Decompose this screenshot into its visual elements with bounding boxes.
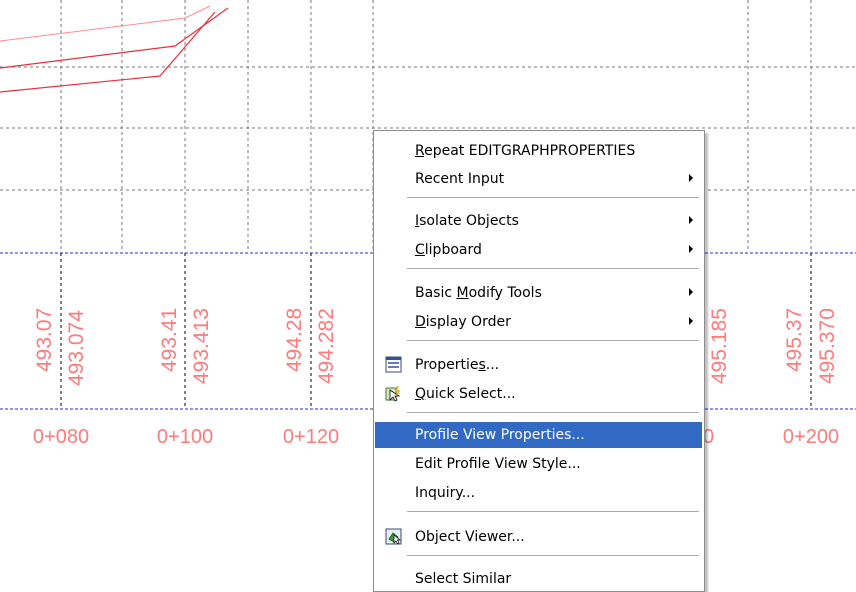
station-label: 0+200: [783, 426, 839, 448]
submenu-arrow-icon: [689, 317, 693, 325]
menu-item-edit-profile-view-style[interactable]: Edit Profile View Style...: [375, 451, 702, 477]
menu-item-select-similar[interactable]: Select Similar: [375, 566, 702, 592]
submenu-arrow-icon: [689, 216, 693, 224]
menu-separator: [407, 555, 699, 556]
profile-line-bottom: [0, 11, 216, 93]
elevation-label: 493.41: [158, 308, 181, 372]
menu-item-label: Quick Select...: [415, 386, 516, 402]
menu-item-display-order[interactable]: Display Order: [375, 309, 702, 335]
menu-item-repeat[interactable]: Repeat EDITGRAPHPROPERTIES: [375, 138, 702, 164]
elevation-label: 494.28: [283, 308, 306, 372]
elevation-label: 495.370: [816, 308, 839, 384]
menu-separator: [407, 340, 699, 341]
menu-item-quick-select[interactable]: Quick Select...: [375, 381, 702, 407]
station-label: 0+120: [283, 426, 339, 448]
menu-item-label: Basic Modify Tools: [415, 285, 542, 301]
menu-item-label: Object Viewer...: [415, 529, 525, 545]
submenu-arrow-icon: [689, 174, 693, 182]
menu-item-label: Isolate Objects: [415, 213, 519, 229]
quick-select-icon: [385, 385, 401, 402]
menu-item-label: Repeat EDITGRAPHPROPERTIES: [415, 143, 636, 159]
station-label: 0+080: [33, 426, 89, 448]
menu-item-label: Edit Profile View Style...: [415, 456, 581, 472]
properties-icon: [385, 356, 402, 373]
menu-item-label: Display Order: [415, 314, 511, 330]
elevation-label: 493.074: [65, 310, 88, 386]
menu-item-label: Inquiry...: [415, 485, 476, 501]
menu-item-properties[interactable]: Properties...: [375, 352, 702, 378]
menu-item-inquiry[interactable]: Inquiry...: [375, 480, 702, 506]
context-menu: Repeat EDITGRAPHPROPERTIES Recent Input …: [373, 130, 705, 592]
submenu-arrow-icon: [689, 245, 693, 253]
menu-separator: [407, 197, 699, 198]
submenu-arrow-icon: [689, 288, 693, 296]
menu-item-profile-view-properties[interactable]: Profile View Properties...: [375, 422, 702, 448]
menu-item-label: Profile View Properties...: [415, 427, 585, 443]
station-label: 0+100: [157, 426, 213, 448]
menu-separator: [407, 511, 699, 512]
menu-separator: [407, 412, 699, 413]
profile-line-top: [0, 7, 229, 69]
menu-item-isolate-objects[interactable]: Isolate Objects: [375, 208, 702, 234]
elevation-label: 495.185: [708, 308, 731, 384]
menu-item-basic-modify-tools[interactable]: Basic Modify Tools: [375, 280, 702, 306]
elevation-label: 493.07: [33, 308, 56, 372]
profile-lines[interactable]: [0, 5, 229, 93]
elevation-label: 493.413: [190, 308, 213, 384]
menu-item-label: Select Similar: [415, 571, 512, 587]
menu-separator: [407, 268, 699, 269]
elevation-label: 494.282: [315, 308, 338, 384]
menu-item-clipboard[interactable]: Clipboard: [375, 237, 702, 263]
menu-item-label: Recent Input: [415, 171, 505, 187]
menu-item-label: Properties...: [415, 357, 500, 373]
profile-line-existing: [0, 5, 211, 42]
menu-item-recent-input[interactable]: Recent Input: [375, 166, 702, 192]
elevation-label: 495.37: [783, 308, 806, 372]
menu-item-object-viewer[interactable]: Object Viewer...: [375, 524, 702, 550]
object-viewer-icon: [385, 528, 402, 545]
menu-item-label: Clipboard: [415, 242, 482, 258]
